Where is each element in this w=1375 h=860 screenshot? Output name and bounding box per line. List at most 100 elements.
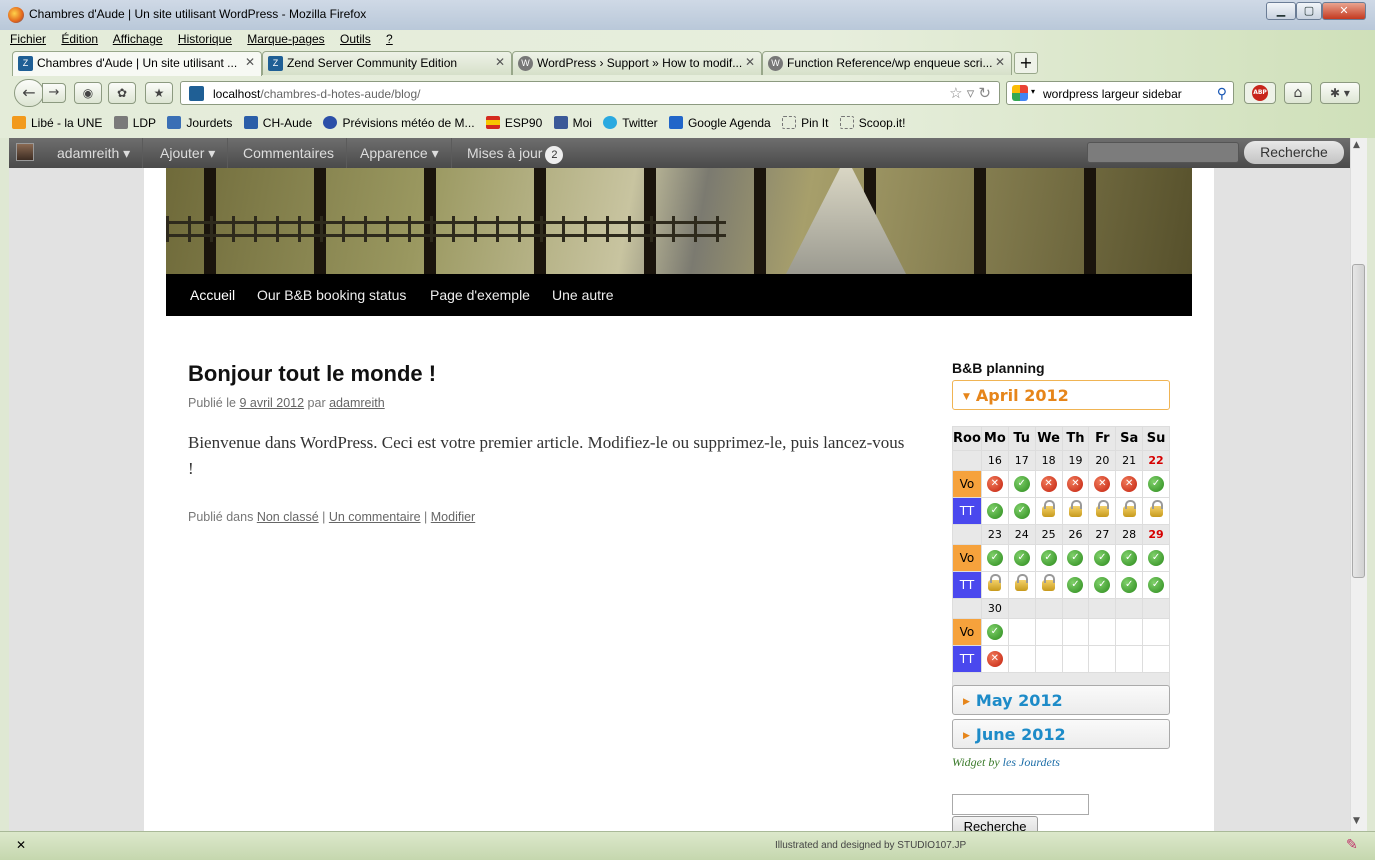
bookmark-ch-aude[interactable]: CH-Aude	[243, 116, 312, 130]
sidebar-search-input[interactable]	[952, 794, 1089, 815]
close-tab-icon[interactable]: ✕	[245, 55, 255, 69]
menu-help[interactable]: ?	[386, 32, 393, 46]
search-bar[interactable]: ▾ wordpress largeur sidebar ⚲	[1006, 81, 1234, 105]
back-button[interactable]: ←	[14, 79, 44, 107]
paintbrush-icon[interactable]: ✎	[1346, 836, 1358, 853]
avatar[interactable]	[16, 143, 34, 161]
menu-view[interactable]: Affichage	[113, 32, 163, 46]
menu-edit[interactable]: Édition	[61, 32, 98, 46]
calendar-cell[interactable]: ✓	[1007, 544, 1036, 572]
calendar-cell[interactable]	[1034, 497, 1063, 525]
adblock-button[interactable]: ABP	[1244, 82, 1276, 104]
maximize-button[interactable]: ▢	[1296, 2, 1322, 20]
menu-tools[interactable]: Outils	[340, 32, 371, 46]
calendar-cell[interactable]: ✓	[1061, 571, 1090, 599]
calendar-cell[interactable]: ✓	[980, 497, 1009, 525]
reload-icon[interactable]: ☆ ▿ ↻	[949, 84, 991, 102]
calendar-cell[interactable]: ✓	[980, 618, 1009, 646]
nav-booking-status[interactable]: Our B&B booking status	[257, 287, 406, 303]
calendar-cell[interactable]	[1034, 571, 1063, 599]
tab-wordpress-support[interactable]: W WordPress › Support » How to modif... …	[512, 51, 762, 75]
reader-icon[interactable]: ◉	[74, 82, 102, 104]
home-icon[interactable]: ⌂	[1284, 82, 1312, 104]
close-button[interactable]: ✕	[1322, 2, 1366, 20]
nav-home[interactable]: Accueil	[190, 287, 235, 303]
bookmark-pin-it[interactable]: Pin It	[782, 116, 828, 130]
admin-search-button[interactable]: Recherche	[1244, 141, 1344, 164]
month-june-header[interactable]: ▶ June 2012	[952, 719, 1170, 749]
close-addon-bar-icon[interactable]: ✕	[16, 838, 26, 852]
comments-link[interactable]: Un commentaire	[329, 510, 421, 524]
month-april-header[interactable]: ▼ April 2012	[952, 380, 1170, 410]
calendar-cell[interactable]	[1061, 497, 1090, 525]
tab-chambres-daude[interactable]: Z Chambres d'Aude | Un site utilisant ..…	[12, 51, 262, 76]
calendar-cell[interactable]: ✓	[1142, 470, 1170, 498]
calendar-cell[interactable]: ✓	[1034, 544, 1063, 572]
new-tab-button[interactable]: +	[1014, 52, 1038, 74]
calendar-cell[interactable]: ✓	[1088, 571, 1117, 599]
admin-updates-link[interactable]: Mises à jour 2	[455, 138, 575, 168]
edit-link[interactable]: Modifier	[431, 510, 475, 524]
calendar-cell[interactable]	[980, 571, 1009, 599]
nav-another-page[interactable]: Une autre	[552, 287, 613, 303]
post-title[interactable]: Bonjour tout le monde !	[188, 361, 436, 387]
admin-appearance-menu[interactable]: Apparence ▾	[348, 138, 452, 168]
calendar-cell[interactable]: ✕	[1061, 470, 1090, 498]
calendar-cell[interactable]: ✓	[1007, 470, 1036, 498]
post-author-link[interactable]: adamreith	[329, 396, 385, 410]
tab-function-reference[interactable]: W Function Reference/wp enqueue scri... …	[762, 51, 1012, 75]
scroll-up-icon[interactable]: ▲	[1353, 140, 1360, 150]
month-may-header[interactable]: ▶ May 2012	[952, 685, 1170, 715]
calendar-cell[interactable]: ✕	[980, 645, 1009, 673]
addon-icon[interactable]: ✿	[108, 82, 136, 104]
calendar-cell[interactable]: ✕	[1115, 470, 1144, 498]
bookmark-star-icon[interactable]: ★	[145, 82, 173, 104]
calendar-cell[interactable]: ✕	[980, 470, 1009, 498]
menu-file[interactable]: Fichier	[10, 32, 46, 46]
search-icon[interactable]: ⚲	[1217, 85, 1227, 102]
firebug-icon[interactable]: ✱ ▾	[1320, 82, 1360, 104]
bookmark-ldp[interactable]: LDP	[113, 116, 156, 130]
post-date-link[interactable]: 9 avril 2012	[239, 396, 304, 410]
calendar-cell[interactable]: ✕	[1088, 470, 1117, 498]
nav-sample-page[interactable]: Page d'exemple	[430, 287, 530, 303]
url-bar[interactable]: localhost/chambres-d-hotes-aude/blog/ ☆ …	[180, 81, 1000, 105]
calendar-cell[interactable]: ✓	[1061, 544, 1090, 572]
calendar-cell[interactable]: ✓	[1115, 571, 1144, 599]
credit-link[interactable]: les Jourdets	[1003, 755, 1060, 769]
bookmark-libe[interactable]: Libé - la UNE	[12, 116, 102, 130]
calendar-cell[interactable]: ✓	[980, 544, 1009, 572]
bookmark-meteo[interactable]: Prévisions météo de M...	[323, 116, 475, 130]
calendar-cell[interactable]: ✓	[1088, 544, 1117, 572]
scroll-down-icon[interactable]: ▼	[1353, 816, 1360, 826]
admin-user-menu[interactable]: adamreith ▾	[45, 138, 144, 168]
bookmark-scoopit[interactable]: Scoop.it!	[839, 116, 905, 130]
calendar-cell[interactable]	[1007, 571, 1036, 599]
calendar-cell[interactable]	[1115, 497, 1144, 525]
minimize-button[interactable]: ▁	[1266, 2, 1296, 20]
bookmark-moi[interactable]: Moi	[553, 116, 592, 130]
close-tab-icon[interactable]: ✕	[495, 55, 505, 69]
chevron-down-icon[interactable]: ▾	[1031, 87, 1035, 96]
forward-button[interactable]: →	[42, 83, 66, 103]
tab-zend-server[interactable]: Z Zend Server Community Edition ✕	[262, 51, 512, 75]
bookmark-jourdets[interactable]: Jourdets	[167, 116, 232, 130]
admin-search-input[interactable]	[1087, 142, 1239, 163]
close-tab-icon[interactable]: ✕	[995, 55, 1005, 69]
calendar-cell[interactable]: ✓	[1007, 497, 1036, 525]
scrollbar-thumb[interactable]	[1352, 264, 1365, 578]
calendar-cell[interactable]	[1088, 497, 1117, 525]
calendar-cell[interactable]	[1142, 497, 1170, 525]
close-tab-icon[interactable]: ✕	[745, 55, 755, 69]
admin-comments-link[interactable]: Commentaires	[231, 138, 348, 168]
calendar-cell[interactable]: ✓	[1142, 571, 1170, 599]
sidebar-search-button[interactable]: Recherche	[952, 816, 1038, 831]
menu-history[interactable]: Historique	[178, 32, 232, 46]
calendar-cell[interactable]: ✓	[1142, 544, 1170, 572]
bookmark-twitter[interactable]: Twitter	[603, 116, 658, 130]
menu-bookmarks[interactable]: Marque-pages	[247, 32, 324, 46]
bookmark-google-agenda[interactable]: Google Agenda	[668, 116, 771, 130]
calendar-cell[interactable]: ✓	[1115, 544, 1144, 572]
admin-add-menu[interactable]: Ajouter ▾	[148, 138, 229, 168]
bookmark-esp90[interactable]: ESP90	[485, 116, 542, 130]
